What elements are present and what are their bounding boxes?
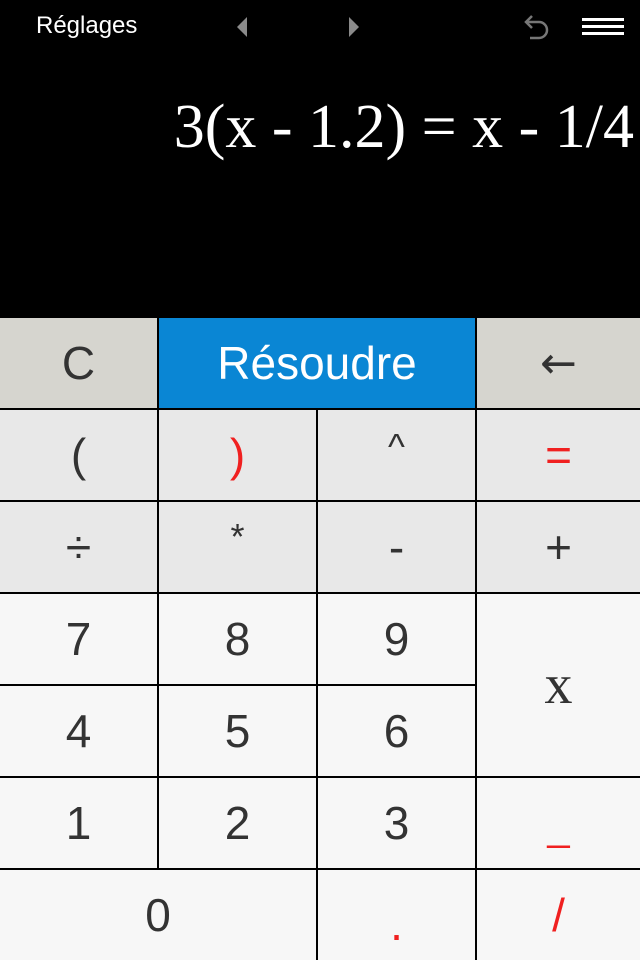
open-paren-button[interactable]: ( (0, 410, 157, 500)
backspace-button[interactable]: ← (477, 318, 640, 408)
decimal-button[interactable]: . (318, 870, 475, 960)
digit-3-button[interactable]: 3 (318, 778, 475, 868)
keypad: C Résoudre ← ( ) ^ = ÷ * - + 7 8 9 x 4 5… (0, 318, 640, 960)
digit-9-button[interactable]: 9 (318, 594, 475, 684)
toolbar: Réglages (0, 0, 640, 54)
clear-button[interactable]: C (0, 318, 157, 408)
variable-x-button[interactable]: x (477, 594, 640, 776)
digit-6-button[interactable]: 6 (318, 686, 475, 776)
digit-7-button[interactable]: 7 (0, 594, 157, 684)
digit-1-button[interactable]: 1 (0, 778, 157, 868)
underscore-button[interactable]: _ (477, 778, 640, 868)
menu-icon[interactable] (582, 16, 624, 38)
equation-text: 3(x - 1.2) = x - 1/4 (173, 93, 634, 161)
chevron-right-icon[interactable] (342, 14, 366, 40)
close-paren-button[interactable]: ) (159, 410, 316, 500)
multiply-button[interactable]: * (159, 502, 316, 592)
plus-button[interactable]: + (477, 502, 640, 592)
digit-5-button[interactable]: 5 (159, 686, 316, 776)
solve-button[interactable]: Résoudre (159, 318, 475, 408)
equation-display: 3(x - 1.2) = x - 1/4 (0, 54, 640, 318)
equals-button[interactable]: = (477, 410, 640, 500)
chevron-left-icon[interactable] (230, 14, 254, 40)
fraction-button[interactable]: / (477, 870, 640, 960)
power-button[interactable]: ^ (318, 410, 475, 500)
digit-4-button[interactable]: 4 (0, 686, 157, 776)
digit-2-button[interactable]: 2 (159, 778, 316, 868)
digit-8-button[interactable]: 8 (159, 594, 316, 684)
minus-button[interactable]: - (318, 502, 475, 592)
settings-button[interactable]: Réglages (36, 12, 137, 40)
undo-icon[interactable] (518, 10, 552, 44)
digit-0-button[interactable]: 0 (0, 870, 316, 960)
divide-button[interactable]: ÷ (0, 502, 157, 592)
